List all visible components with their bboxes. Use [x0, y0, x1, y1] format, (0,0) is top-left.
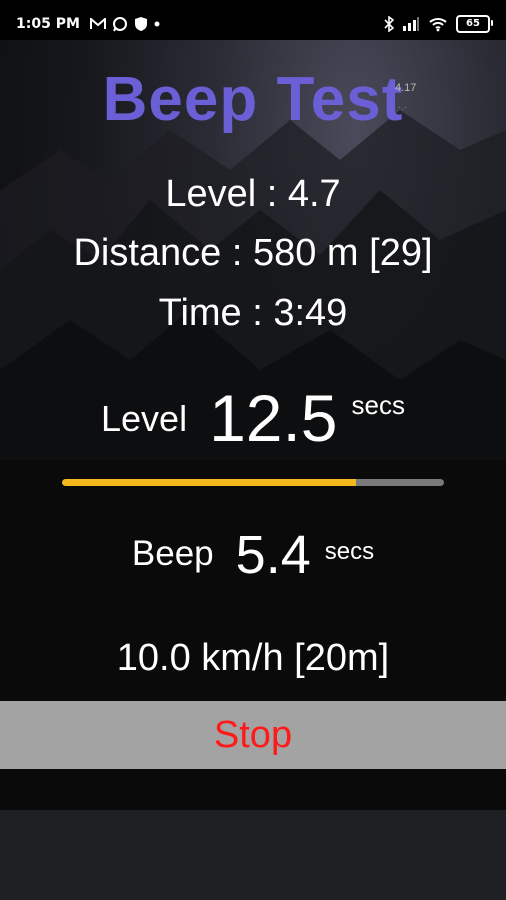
level-progress-bar — [62, 479, 444, 486]
level-timer: Level 12.5 secs — [0, 380, 506, 456]
level-timer-value: 12.5 — [209, 381, 338, 455]
status-bar: 1:05 PM 65 — [0, 0, 506, 48]
dot-icon — [154, 21, 160, 27]
level-timer-label: Level — [101, 398, 188, 439]
navigation-bar — [0, 810, 506, 900]
version-label: 4.17 — [395, 82, 417, 94]
beep-timer-value: 5.4 — [235, 525, 311, 585]
time-stat: Time : 3:49 — [158, 292, 348, 334]
signal-icon — [402, 16, 420, 32]
shield-icon — [134, 16, 148, 32]
wifi-icon — [428, 16, 448, 32]
battery-icon: 65 — [456, 15, 493, 33]
gmail-icon — [89, 18, 106, 30]
speed-label: 10.0 km/h [20m] — [116, 637, 390, 679]
version-sub-label: ·.· — [398, 102, 407, 112]
level-timer-unit: secs — [351, 390, 405, 420]
stop-button[interactable]: Stop — [0, 701, 506, 769]
distance-stat: Distance : 580 m [29] — [73, 232, 433, 274]
beep-timer: Beep 5.4 secs — [0, 524, 506, 586]
bluetooth-icon — [384, 16, 394, 32]
whatsapp-icon — [112, 16, 128, 32]
beep-timer-unit: secs — [324, 538, 375, 565]
level-progress-fill — [62, 479, 357, 486]
level-stat: Level : 4.7 — [165, 173, 341, 215]
status-time: 1:05 PM — [16, 16, 80, 32]
app-title: Beep Test — [102, 65, 404, 134]
beep-timer-label: Beep — [131, 534, 214, 573]
